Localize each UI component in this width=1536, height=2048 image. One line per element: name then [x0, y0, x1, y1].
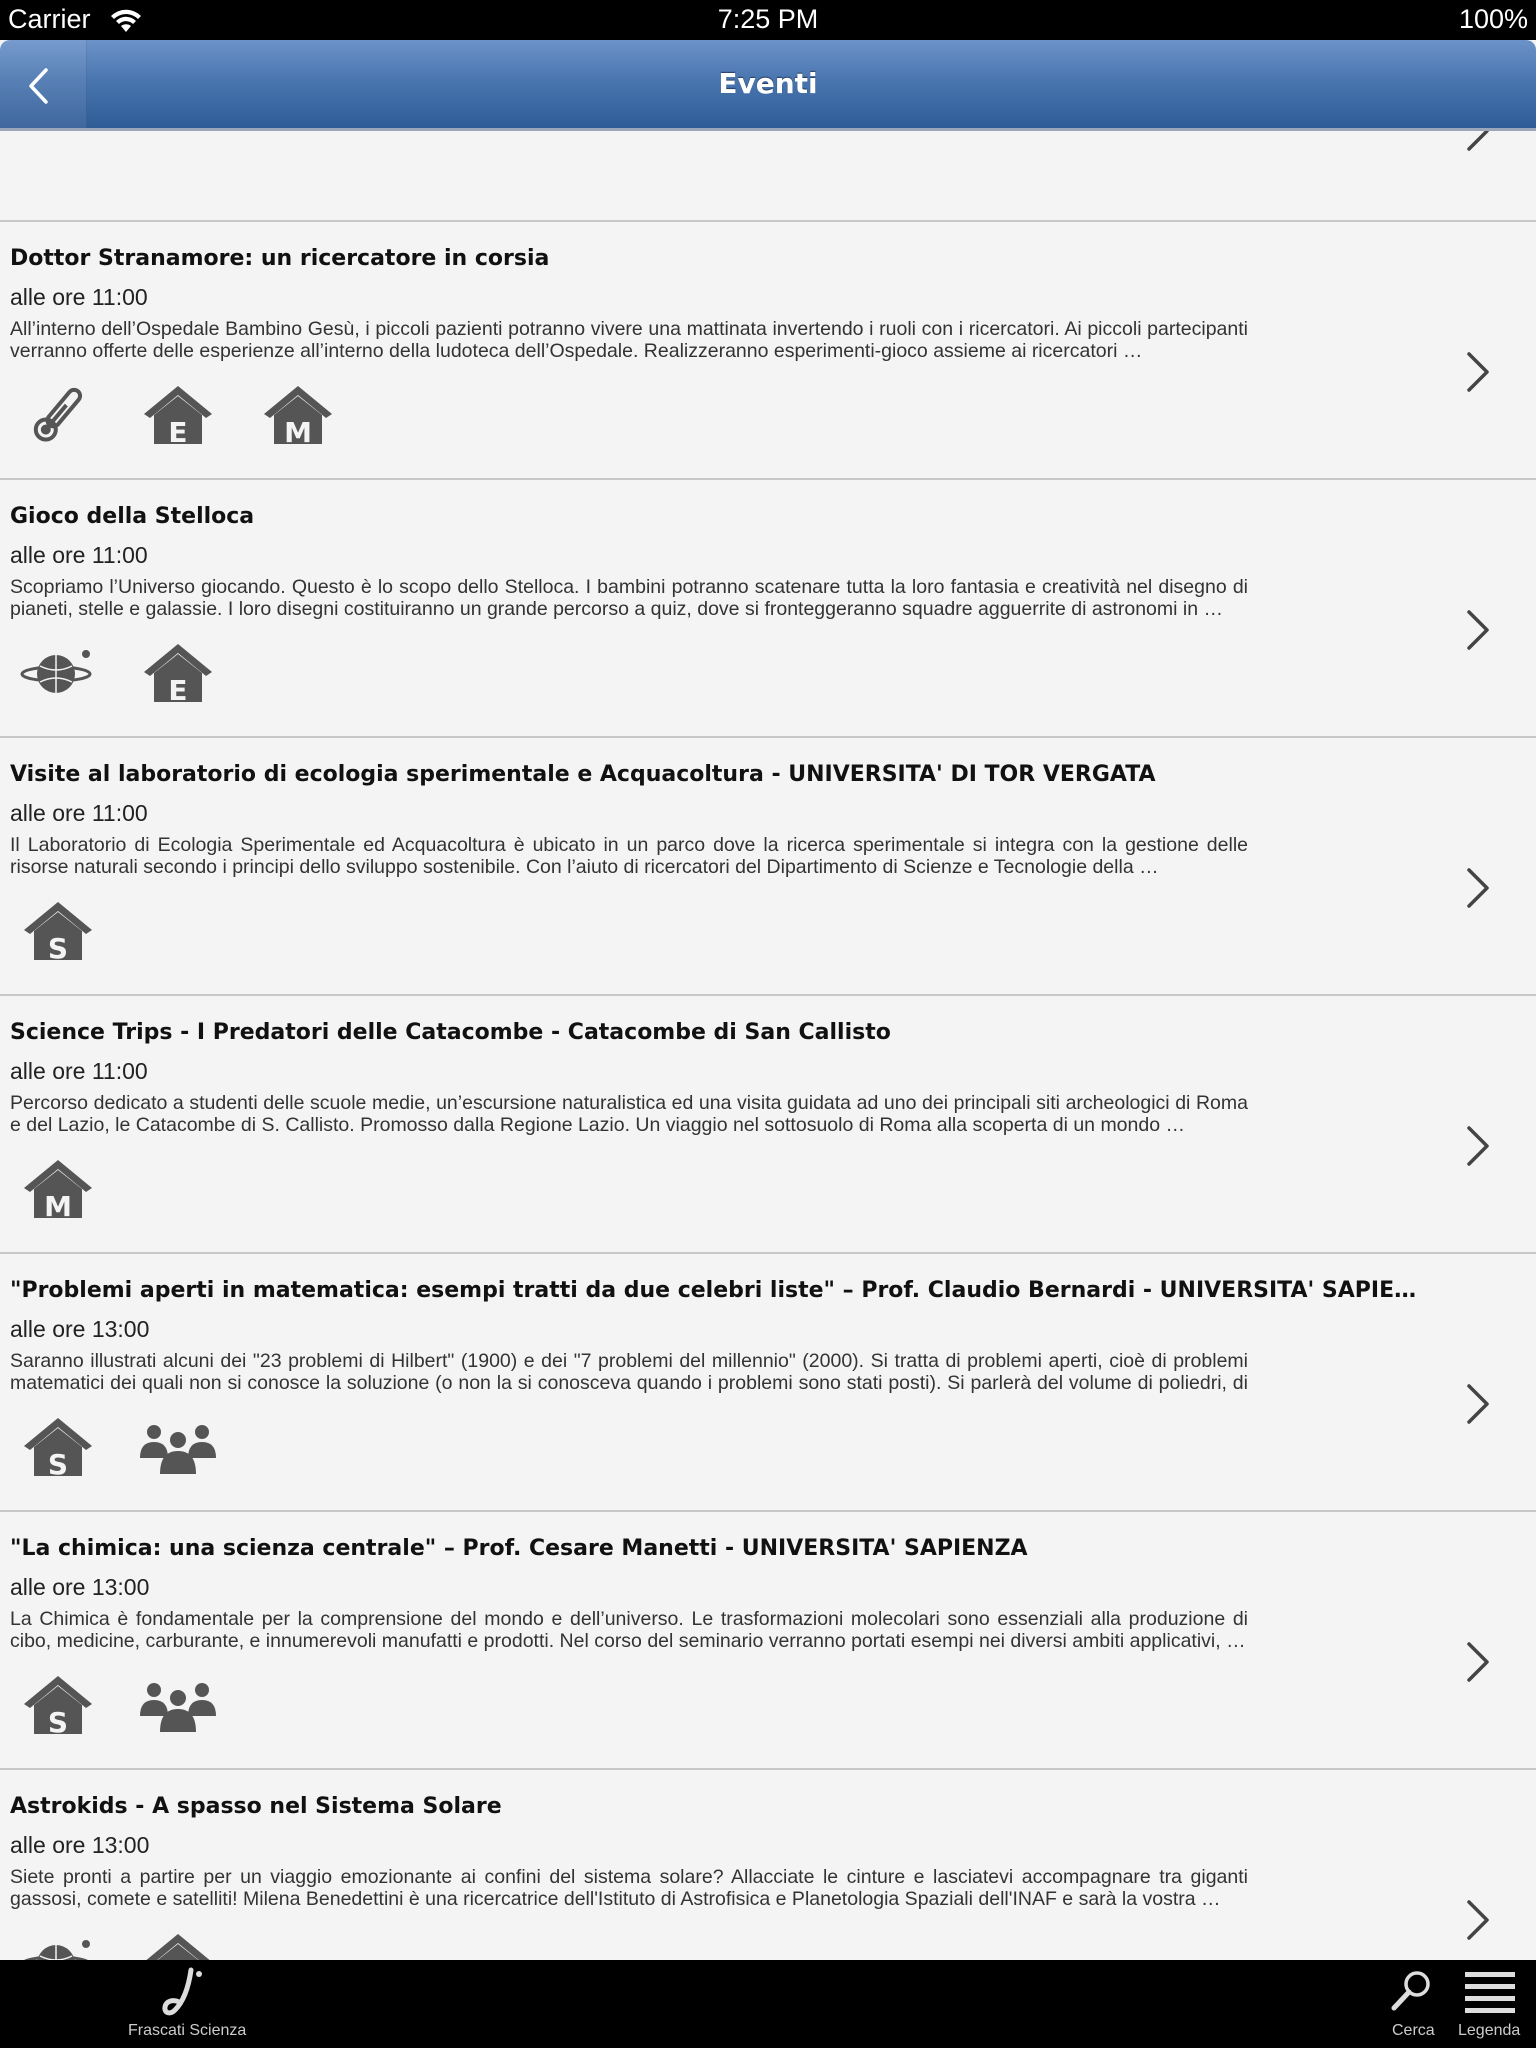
tab-search-label: Cerca — [1392, 2022, 1435, 2039]
event-title: Astrokids - A spasso nel Sistema Solare — [10, 1794, 502, 1819]
event-time: alle ore 13:00 — [10, 1316, 150, 1342]
planet-icon — [18, 1930, 98, 1960]
tab-frascati-scienza-label: Frascati Scienza — [128, 2022, 247, 2039]
thermometer-icon — [18, 382, 98, 448]
event-time: alle ore 13:00 — [10, 1832, 150, 1858]
event-time: alle ore 11:00 — [10, 1058, 148, 1084]
chevron-right-icon[interactable] — [1464, 1382, 1492, 1426]
event-title: "La chimica: una scienza centrale" – Pro… — [10, 1536, 1028, 1561]
events-list[interactable]: Dottor Stranamore: un ricercatore in cor… — [0, 131, 1536, 1960]
event-description: All’interno dell’Ospedale Bambino Gesù, … — [10, 318, 1248, 362]
frascati-scienza-logo-icon — [162, 1967, 202, 2016]
event-list-item[interactable]: Gioco della Stelloca alle ore 11:00 Scopri… — [0, 480, 1536, 738]
house-s-icon: S — [18, 898, 98, 965]
page-title: Eventi — [718, 67, 818, 100]
chevron-right-icon[interactable] — [1464, 1640, 1492, 1684]
event-description: Saranno illustrati alcuni dei "23 proble… — [10, 1350, 1248, 1394]
svg-text:S: S — [48, 932, 68, 964]
event-list-item[interactable]: Visite al laboratorio di ecologia sperim… — [0, 738, 1536, 996]
tab-bar: Frascati Scienza Cerca Legenda — [0, 1960, 1536, 2048]
status-bar: Carrier 7:25 PM 100% — [0, 0, 1536, 40]
event-title: Dottor Stranamore: un ricercatore in cor… — [10, 246, 550, 271]
event-time: alle ore 11:00 — [10, 284, 148, 310]
people-icon — [138, 1672, 218, 1738]
navigation-bar: Eventi — [0, 40, 1536, 131]
event-title: "Problemi aperti in matematica: esempi t… — [10, 1278, 1417, 1303]
house-s-icon: S — [18, 1672, 98, 1739]
event-description: Percorso dedicato a studenti delle scuol… — [10, 1092, 1248, 1136]
chevron-right-icon[interactable] — [1464, 1898, 1492, 1942]
event-time: alle ore 11:00 — [10, 800, 148, 826]
clock: 7:25 PM — [717, 4, 819, 34]
search-icon — [1391, 1971, 1430, 2011]
event-list-item[interactable]: Dottor Stranamore: un ricercatore in cor… — [0, 222, 1536, 480]
house-e-icon: E — [138, 1930, 218, 1960]
event-title: Visite al laboratorio di ecologia sperim… — [10, 762, 1156, 787]
event-time: alle ore 11:00 — [10, 542, 148, 568]
chevron-right-icon[interactable] — [1464, 131, 1492, 158]
chevron-right-icon[interactable] — [1464, 350, 1492, 394]
tab-search[interactable]: Cerca — [1385, 1966, 1441, 2046]
event-description: Siete pronti a partire per un viaggio em… — [10, 1866, 1248, 1910]
back-button[interactable] — [0, 40, 87, 128]
menu-icon — [1465, 1972, 1515, 2013]
event-title: Gioco della Stelloca — [10, 504, 255, 529]
svg-text:S: S — [48, 1448, 68, 1480]
event-description: La Chimica è fondamentale per la compren… — [10, 1608, 1248, 1652]
event-list-item[interactable]: Science Trips - I Predatori delle Cataco… — [0, 996, 1536, 1254]
event-list-item[interactable]: Astrokids - A spasso nel Sistema Solare a… — [0, 1770, 1536, 1960]
event-title: Science Trips - I Predatori delle Cataco… — [10, 1020, 891, 1045]
chevron-right-icon[interactable] — [1464, 1124, 1492, 1168]
event-time: alle ore 13:00 — [10, 1574, 150, 1600]
tab-legend-label: Legenda — [1458, 2022, 1521, 2039]
house-m-icon: M — [18, 1156, 98, 1223]
people-icon — [138, 1414, 218, 1480]
house-e-icon: E — [138, 382, 218, 449]
tab-frascati-scienza[interactable]: Frascati Scienza — [120, 1966, 250, 2046]
chevron-right-icon[interactable] — [1464, 608, 1492, 652]
event-description: Il Laboratorio di Ecologia Sperimentale … — [10, 834, 1248, 878]
chevron-right-icon[interactable] — [1464, 866, 1492, 910]
svg-text:E: E — [168, 674, 187, 706]
svg-text:M: M — [284, 416, 312, 448]
planet-icon — [18, 640, 98, 706]
svg-text:M: M — [44, 1190, 72, 1222]
event-list-item[interactable]: "Problemi aperti in matematica: esempi t… — [0, 1254, 1536, 1512]
event-list-item[interactable]: "La chimica: una scienza centrale" – Pro… — [0, 1512, 1536, 1770]
house-e-icon: E — [138, 640, 218, 707]
list-item-partial[interactable] — [0, 131, 1536, 222]
tab-legend[interactable]: Legenda — [1455, 1966, 1525, 2046]
svg-text:E: E — [168, 416, 187, 448]
house-s-icon: S — [18, 1414, 98, 1481]
battery-label: 100% — [1458, 4, 1528, 34]
svg-text:S: S — [48, 1706, 68, 1738]
house-m-icon: M — [258, 382, 338, 449]
chevron-left-icon — [29, 68, 48, 104]
event-description: Scopriamo l’Universo giocando. Questo è … — [10, 576, 1248, 620]
